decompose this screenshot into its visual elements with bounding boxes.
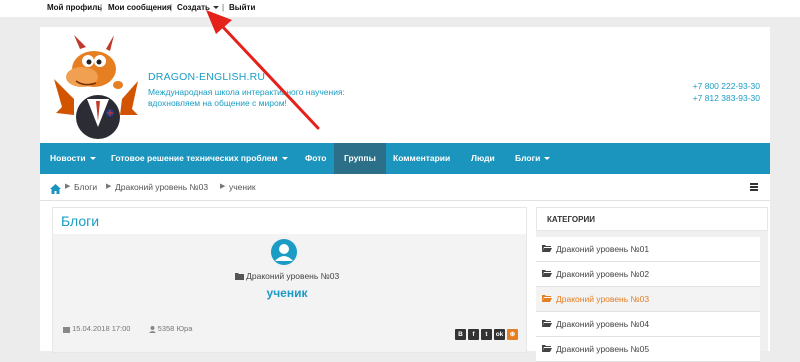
separator: | — [170, 3, 173, 12]
hamburger-menu-icon[interactable] — [750, 183, 758, 191]
category-label: Драконий уровень №04 — [556, 319, 650, 329]
site-title[interactable]: DRAGON-ENGLISH.RU — [148, 71, 265, 83]
folder-open-icon — [542, 320, 552, 327]
sidebar-title: КАТЕГОРИИ — [547, 215, 595, 224]
post-date: 15.04.2018 17:00 — [63, 324, 141, 333]
category-label: Драконий уровень №01 — [556, 244, 650, 254]
post-meta: 15.04.2018 17:00 5358 Юра — [63, 324, 208, 333]
chevron-right-icon: ▶ — [106, 183, 112, 190]
folder-icon — [234, 273, 244, 281]
chevron-right-icon: ▶ — [220, 183, 226, 190]
chevron-right-icon: ▶ — [65, 183, 71, 190]
breadcrumb: ▶ Блоги ▶ Драконий уровень №03 ▶ ученик — [40, 174, 770, 201]
nav-item-label: Готовое решение технических проблем — [111, 153, 278, 163]
social-share-buttons: Вf t ok ⊕ — [453, 323, 518, 340]
user-avatar-icon[interactable] — [271, 239, 297, 265]
post-card: Драконий уровень №03 ученик 15.04.2018 1… — [53, 234, 526, 352]
category-item[interactable]: Драконий уровень №05 — [536, 337, 760, 362]
phone-1: +7 800 222-93-30 — [692, 81, 760, 91]
category-item[interactable]: Драконий уровень №01 — [536, 237, 760, 262]
chevron-down-icon — [89, 157, 96, 161]
separator: | — [100, 3, 103, 12]
separator: | — [222, 3, 225, 12]
home-icon[interactable] — [50, 181, 61, 199]
post-category-label: Драконий уровень №03 — [246, 271, 340, 281]
post-author[interactable]: 5358 Юра — [148, 324, 201, 333]
site-wrapper: DRAGON-ENGLISH.RU Международная школа ин… — [40, 27, 770, 362]
nav-item-people[interactable]: Люди — [471, 143, 495, 174]
category-item[interactable]: Драконий уровень №04 — [536, 312, 760, 337]
category-list: Драконий уровень №01 Драконий уровень №0… — [536, 237, 760, 362]
blog-post-panel: Блоги Драконий уровень №03 ученик 15.04.… — [52, 207, 527, 353]
nav-item-label: Комментарии — [393, 153, 451, 163]
facebook-share-icon[interactable]: f — [468, 329, 479, 340]
sidebar-header: КАТЕГОРИИ — [536, 207, 768, 231]
nav-item-label: Группы — [344, 153, 376, 163]
more-share-icon[interactable]: ⊕ — [507, 329, 518, 340]
nav-item-photo[interactable]: Фото — [305, 143, 326, 174]
category-label: Драконий уровень №05 — [556, 344, 650, 354]
categories-sidebar: КАТЕГОРИИ Драконий уровень №01 Драконий … — [536, 207, 768, 362]
folder-open-icon — [542, 270, 552, 277]
main-navigation: Новости Готовое решение технических проб… — [40, 143, 770, 174]
user-icon — [148, 325, 156, 333]
top-admin-bar: Мой профиль | Мои сообщения | Создать | … — [0, 0, 800, 17]
post-category[interactable]: Драконий уровень №03 — [213, 271, 361, 281]
calendar-icon — [63, 326, 70, 333]
nav-item-blogs[interactable]: Блоги — [515, 143, 551, 174]
post-author-text: 5358 Юра — [157, 324, 193, 333]
phone-numbers: +7 800 222-93-30 +7 812 383-93-30 — [693, 80, 760, 104]
odnoklassniki-share-icon[interactable]: ok — [494, 329, 505, 340]
dragon-mascot-logo[interactable] — [52, 29, 140, 141]
breadcrumb-current: ученик — [229, 182, 256, 192]
nav-item-label: Блоги — [515, 153, 541, 163]
create-label: Создать — [177, 3, 210, 12]
nav-item-tech-solutions[interactable]: Готовое решение технических проблем — [111, 143, 288, 174]
logout-link[interactable]: Выйти — [229, 3, 255, 12]
nav-item-label: Фото — [305, 153, 327, 163]
twitter-share-icon[interactable]: t — [481, 329, 492, 340]
nav-item-groups[interactable]: Группы — [334, 143, 386, 174]
nav-item-news[interactable]: Новости — [50, 143, 96, 174]
category-item-active[interactable]: Драконий уровень №03 — [536, 287, 760, 312]
post-title[interactable]: ученик — [213, 286, 361, 300]
breadcrumb-blogs[interactable]: Блоги — [74, 182, 97, 192]
my-messages-link[interactable]: Мои сообщения — [108, 3, 171, 12]
vk-share-icon[interactable]: В — [455, 329, 466, 340]
post-date-text: 15.04.2018 17:00 — [72, 324, 131, 333]
site-header: DRAGON-ENGLISH.RU Международная школа ин… — [40, 27, 770, 143]
site-tagline: Международная школа интерактивного науче… — [148, 87, 345, 108]
folder-open-icon — [542, 245, 552, 252]
nav-item-label: Люди — [471, 153, 495, 163]
content-header: Блоги — [53, 208, 526, 234]
nav-item-comments[interactable]: Комментарии — [393, 143, 450, 174]
folder-open-icon — [542, 295, 552, 302]
chevron-down-icon — [281, 157, 288, 161]
nav-item-label: Новости — [50, 153, 86, 163]
breadcrumb-category[interactable]: Драконий уровень №03 — [115, 182, 208, 192]
category-item[interactable]: Драконий уровень №02 — [536, 262, 760, 287]
category-label: Драконий уровень №03 — [556, 294, 650, 304]
chevron-down-icon — [212, 6, 219, 10]
chevron-down-icon — [544, 157, 551, 161]
category-label: Драконий уровень №02 — [556, 269, 650, 279]
page-title: Блоги — [61, 213, 100, 229]
phone-2: +7 812 383-93-30 — [692, 93, 760, 103]
my-profile-link[interactable]: Мой профиль — [47, 3, 102, 12]
create-dropdown[interactable]: Создать — [177, 3, 219, 12]
